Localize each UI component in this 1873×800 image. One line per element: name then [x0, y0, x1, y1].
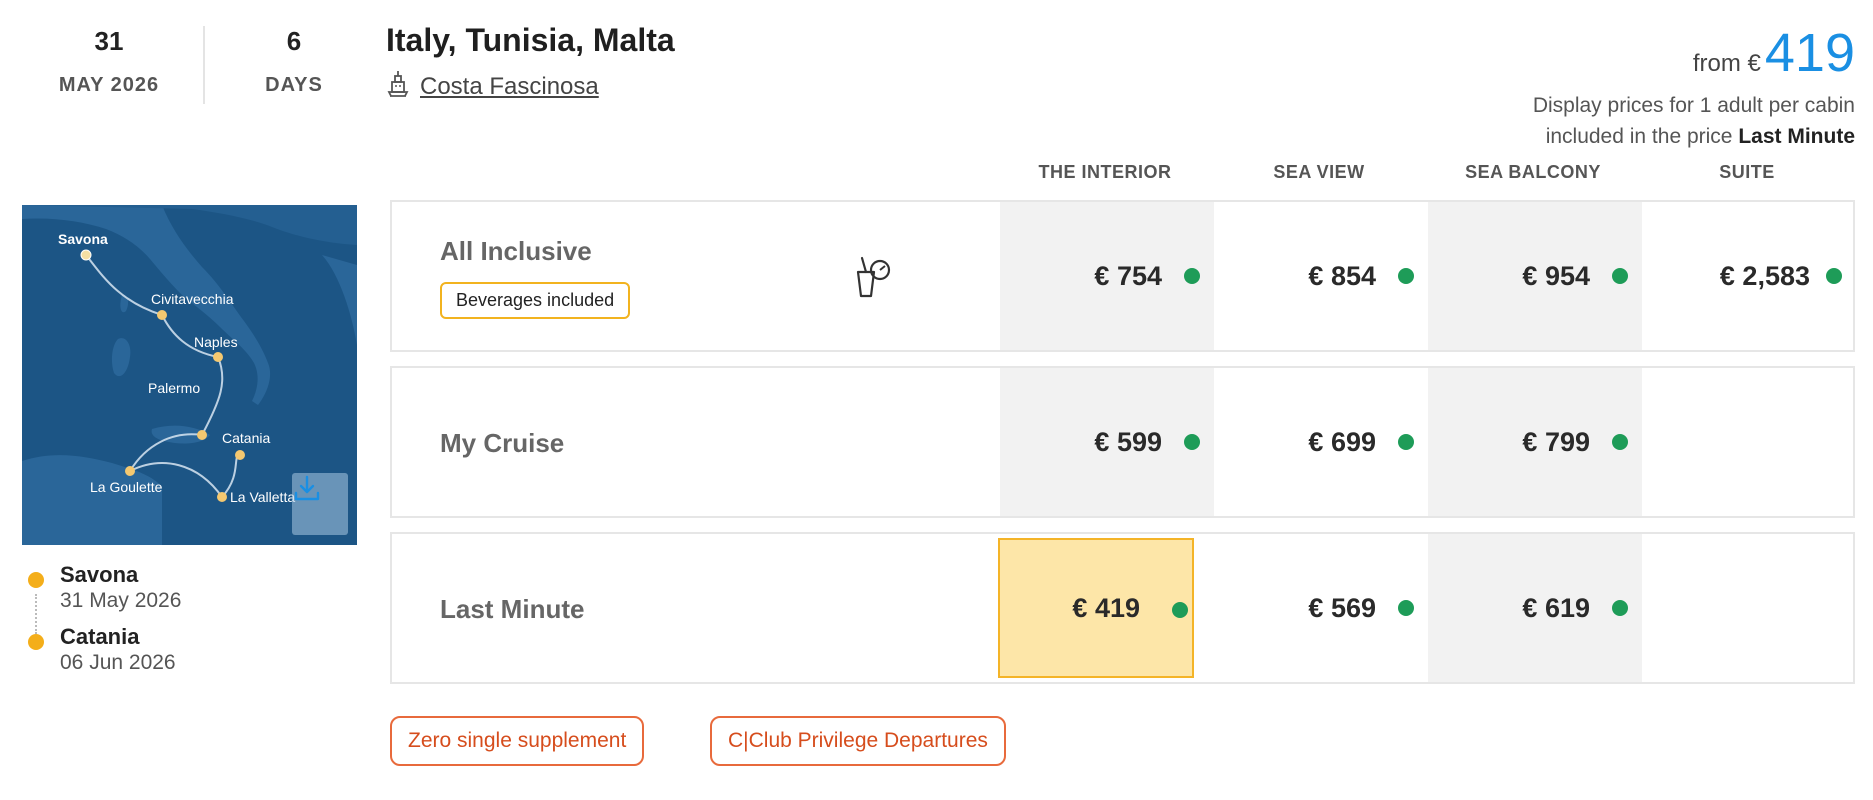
price: € 699: [1308, 426, 1376, 457]
price-cell[interactable]: € 699: [1214, 368, 1428, 516]
map-label-la-valletta: La Valletta: [230, 489, 295, 505]
download-map-button[interactable]: [292, 473, 348, 535]
availability-dot-icon: [1172, 602, 1188, 618]
end-date: 06 Jun 2026: [60, 651, 176, 674]
cabin-header-suite: SUITE: [1719, 162, 1775, 182]
itinerary-end: Catania 06 Jun 2026: [28, 624, 181, 676]
price-note-rate: Last Minute: [1738, 125, 1855, 148]
map-label-catania: Catania: [222, 430, 270, 446]
availability-dot-icon: [1398, 600, 1414, 616]
price-from-label: from €: [1692, 50, 1761, 77]
price: € 854: [1308, 260, 1376, 291]
availability-dot-icon: [1826, 268, 1842, 284]
availability-dot-icon: [1612, 268, 1628, 284]
price: € 599: [1094, 426, 1162, 457]
rate-name: My Cruise: [440, 428, 565, 458]
availability-dot-icon: [1184, 268, 1200, 284]
beverages-badge: Beverages included: [440, 282, 631, 319]
price-from-amount: 419: [1764, 23, 1855, 83]
ship-name[interactable]: Costa Fascinosa: [420, 73, 599, 101]
itinerary-map[interactable]: Savona Civitavecchia Naples Palermo Cata…: [22, 205, 357, 545]
price-cell-empty: [1642, 534, 1856, 682]
map-label-palermo: Palermo: [148, 380, 200, 396]
start-port: Savona: [60, 562, 139, 587]
price-cell[interactable]: € 799: [1428, 368, 1642, 516]
beverage-icon: [852, 256, 892, 305]
tag-cclub-privilege[interactable]: C|Club Privilege Departures: [710, 716, 1006, 766]
rate-name: Last Minute: [440, 594, 585, 624]
price: € 754: [1094, 260, 1162, 291]
price-note-line1: Display prices for 1 adult per cabin: [1532, 94, 1855, 117]
availability-dot-icon: [1398, 268, 1414, 284]
map-label-savona: Savona: [58, 231, 108, 247]
cabin-header-sea-balcony: SEA BALCONY: [1465, 162, 1601, 182]
rate-row-last-minute: Last Minute € 419 € 569 € 619: [390, 532, 1855, 684]
map-label-civitavecchia: Civitavecchia: [151, 291, 234, 307]
price-cell[interactable]: € 599: [1000, 368, 1214, 516]
departure-date: 31 MAY 2026: [34, 22, 184, 104]
price-cell[interactable]: € 569: [1214, 534, 1428, 682]
price: € 954: [1522, 260, 1590, 291]
availability-dot-icon: [1398, 434, 1414, 450]
price-cell-empty: [1642, 368, 1856, 516]
price-cell[interactable]: € 754: [1000, 202, 1214, 350]
itinerary-connector: [35, 594, 37, 634]
cabin-header-interior: THE INTERIOR: [1038, 162, 1172, 182]
availability-dot-icon: [1612, 600, 1628, 616]
end-port: Catania: [60, 624, 140, 649]
itinerary-start: Savona 31 May 2026: [28, 562, 181, 614]
rate-name: All Inclusive: [440, 236, 592, 266]
itinerary-summary: Savona 31 May 2026 Catania 06 Jun 2026: [28, 562, 181, 686]
tag-zero-single-supplement[interactable]: Zero single supplement: [390, 716, 645, 766]
price-from: from € 419: [1693, 26, 1855, 80]
start-date: 31 May 2026: [60, 589, 182, 612]
price-cell[interactable]: € 619: [1428, 534, 1642, 682]
duration-value: 6: [286, 26, 302, 56]
ship-link[interactable]: Costa Fascinosa: [386, 70, 599, 103]
price-cell[interactable]: € 2,583: [1642, 202, 1856, 350]
duration-unit: DAYS: [265, 74, 323, 96]
port-marker-icon: [28, 634, 44, 650]
port-marker-icon: [28, 572, 44, 588]
price: € 2,583: [1719, 260, 1810, 291]
price: € 419: [1072, 592, 1140, 623]
price-cell[interactable]: € 854: [1214, 202, 1428, 350]
rate-row-all-inclusive: All Inclusive Beverages included € 754 €…: [390, 200, 1855, 352]
departure-month-year: MAY 2026: [58, 74, 160, 96]
map-label-naples: Naples: [194, 334, 238, 350]
price-note: Display prices for 1 adult per cabin inc…: [1533, 90, 1855, 152]
departure-day: 31: [94, 26, 124, 56]
map-label-la-goulette: La Goulette: [90, 479, 163, 495]
date-divider: [203, 26, 205, 104]
price-cell-selected[interactable]: € 419: [998, 538, 1194, 678]
ship-icon: [386, 70, 410, 103]
price: € 619: [1522, 592, 1590, 623]
cabin-header-sea-view: SEA VIEW: [1273, 162, 1365, 182]
availability-dot-icon: [1612, 434, 1628, 450]
rate-row-my-cruise: My Cruise € 599 € 699 € 799: [390, 366, 1855, 518]
availability-dot-icon: [1184, 434, 1200, 450]
price: € 569: [1308, 592, 1376, 623]
cruise-duration: 6 DAYS: [219, 22, 369, 104]
cruise-title: Italy, Tunisia, Malta: [386, 22, 675, 58]
price: € 799: [1522, 426, 1590, 457]
price-cell[interactable]: € 954: [1428, 202, 1642, 350]
price-note-line2: included in the price Last Minute: [1545, 125, 1855, 148]
